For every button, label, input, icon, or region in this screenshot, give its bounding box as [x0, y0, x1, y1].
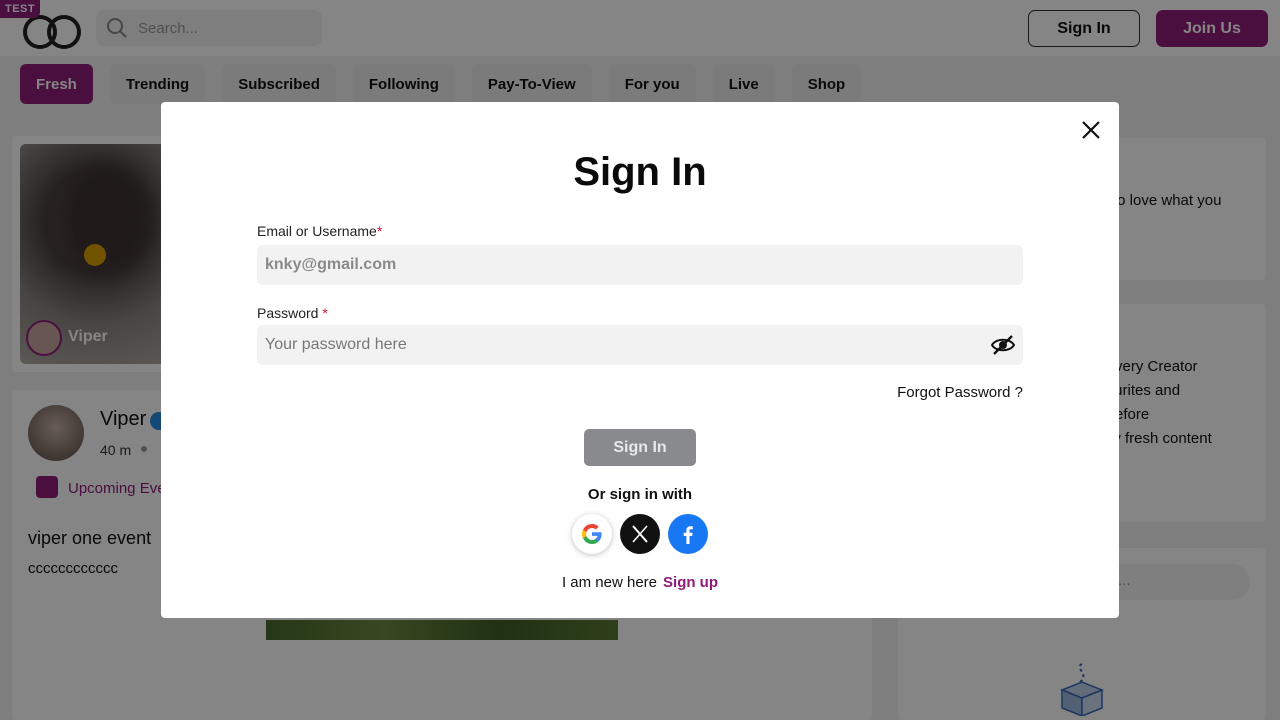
required-marker: * [376, 223, 383, 239]
forgot-password-link[interactable]: Forgot Password ? [861, 384, 1023, 401]
password-label-text: Password [257, 305, 319, 321]
new-user-line: I am new here Sign up [161, 574, 1119, 591]
eye-off-icon[interactable] [990, 333, 1016, 357]
google-icon [582, 524, 602, 544]
facebook-sign-in-button[interactable] [668, 514, 708, 554]
close-icon[interactable] [1079, 118, 1103, 142]
x-icon [632, 525, 648, 543]
password-label: Password * [257, 305, 328, 321]
email-label-text: Email or Username [257, 223, 377, 239]
new-user-text: I am new here [561, 574, 658, 591]
google-sign-in-button[interactable] [572, 514, 612, 554]
password-field[interactable] [257, 325, 1023, 365]
sign-in-submit-button[interactable]: Sign In [584, 429, 696, 466]
email-label: Email or Username* [257, 223, 382, 239]
sign-up-link[interactable]: Sign up [663, 574, 718, 591]
modal-title: Sign In [573, 150, 707, 194]
sign-in-modal: Sign In Email or Username* Password * Fo… [161, 102, 1119, 618]
x-sign-in-button[interactable] [620, 514, 660, 554]
email-field[interactable] [257, 245, 1023, 285]
required-marker: * [322, 305, 328, 321]
or-sign-in-with-label: Or sign in with [587, 486, 693, 503]
facebook-icon [683, 526, 693, 544]
